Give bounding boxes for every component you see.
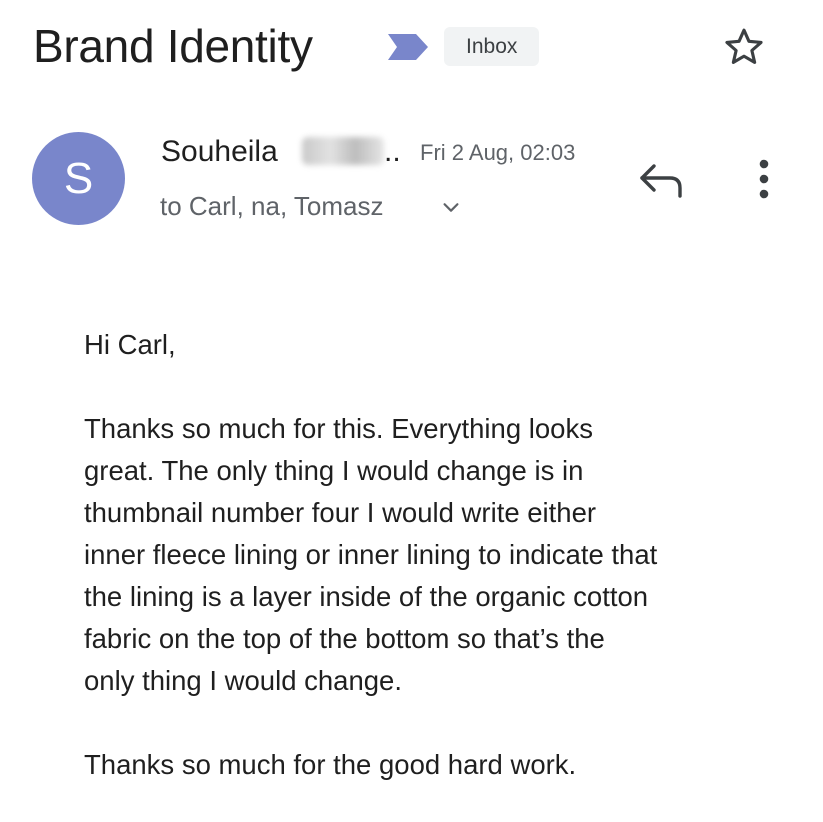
body-line: inner fleece lining or inner lining to i… xyxy=(84,539,658,570)
body-line: great. The only thing I would change is … xyxy=(84,455,584,486)
sender-name-truncation: .. xyxy=(384,135,401,168)
email-subject: Brand Identity xyxy=(33,20,313,72)
body-line: fabric on the top of the bottom so that’… xyxy=(84,623,605,654)
body-line: only thing I would change. xyxy=(84,665,402,696)
body-closing: Thanks so much for the good hard work. xyxy=(84,749,577,780)
redacted-surname xyxy=(302,137,384,165)
chevron-down-icon[interactable] xyxy=(440,196,462,218)
body-line: Thanks so much for this. Everything look… xyxy=(84,413,593,444)
sender-avatar[interactable]: S xyxy=(32,132,125,225)
body-line: the lining is a layer inside of the orga… xyxy=(84,581,649,612)
email-body: Hi Carl, Thanks so much for this. Everyt… xyxy=(84,324,784,786)
reply-icon[interactable] xyxy=(636,158,688,202)
star-icon[interactable] xyxy=(722,25,766,69)
label-chip-inbox[interactable]: Inbox xyxy=(444,27,540,66)
email-date: Fri 2 Aug, 02:03 xyxy=(420,140,576,165)
recipients-summary[interactable]: to Carl, na, Tomasz xyxy=(160,188,384,224)
more-vert-icon[interactable] xyxy=(742,156,786,204)
sender-name[interactable]: Souheila xyxy=(161,132,278,172)
body-line: thumbnail number four I would write eith… xyxy=(84,497,597,528)
importance-marker-icon[interactable] xyxy=(388,34,428,60)
body-greeting: Hi Carl, xyxy=(84,329,176,360)
